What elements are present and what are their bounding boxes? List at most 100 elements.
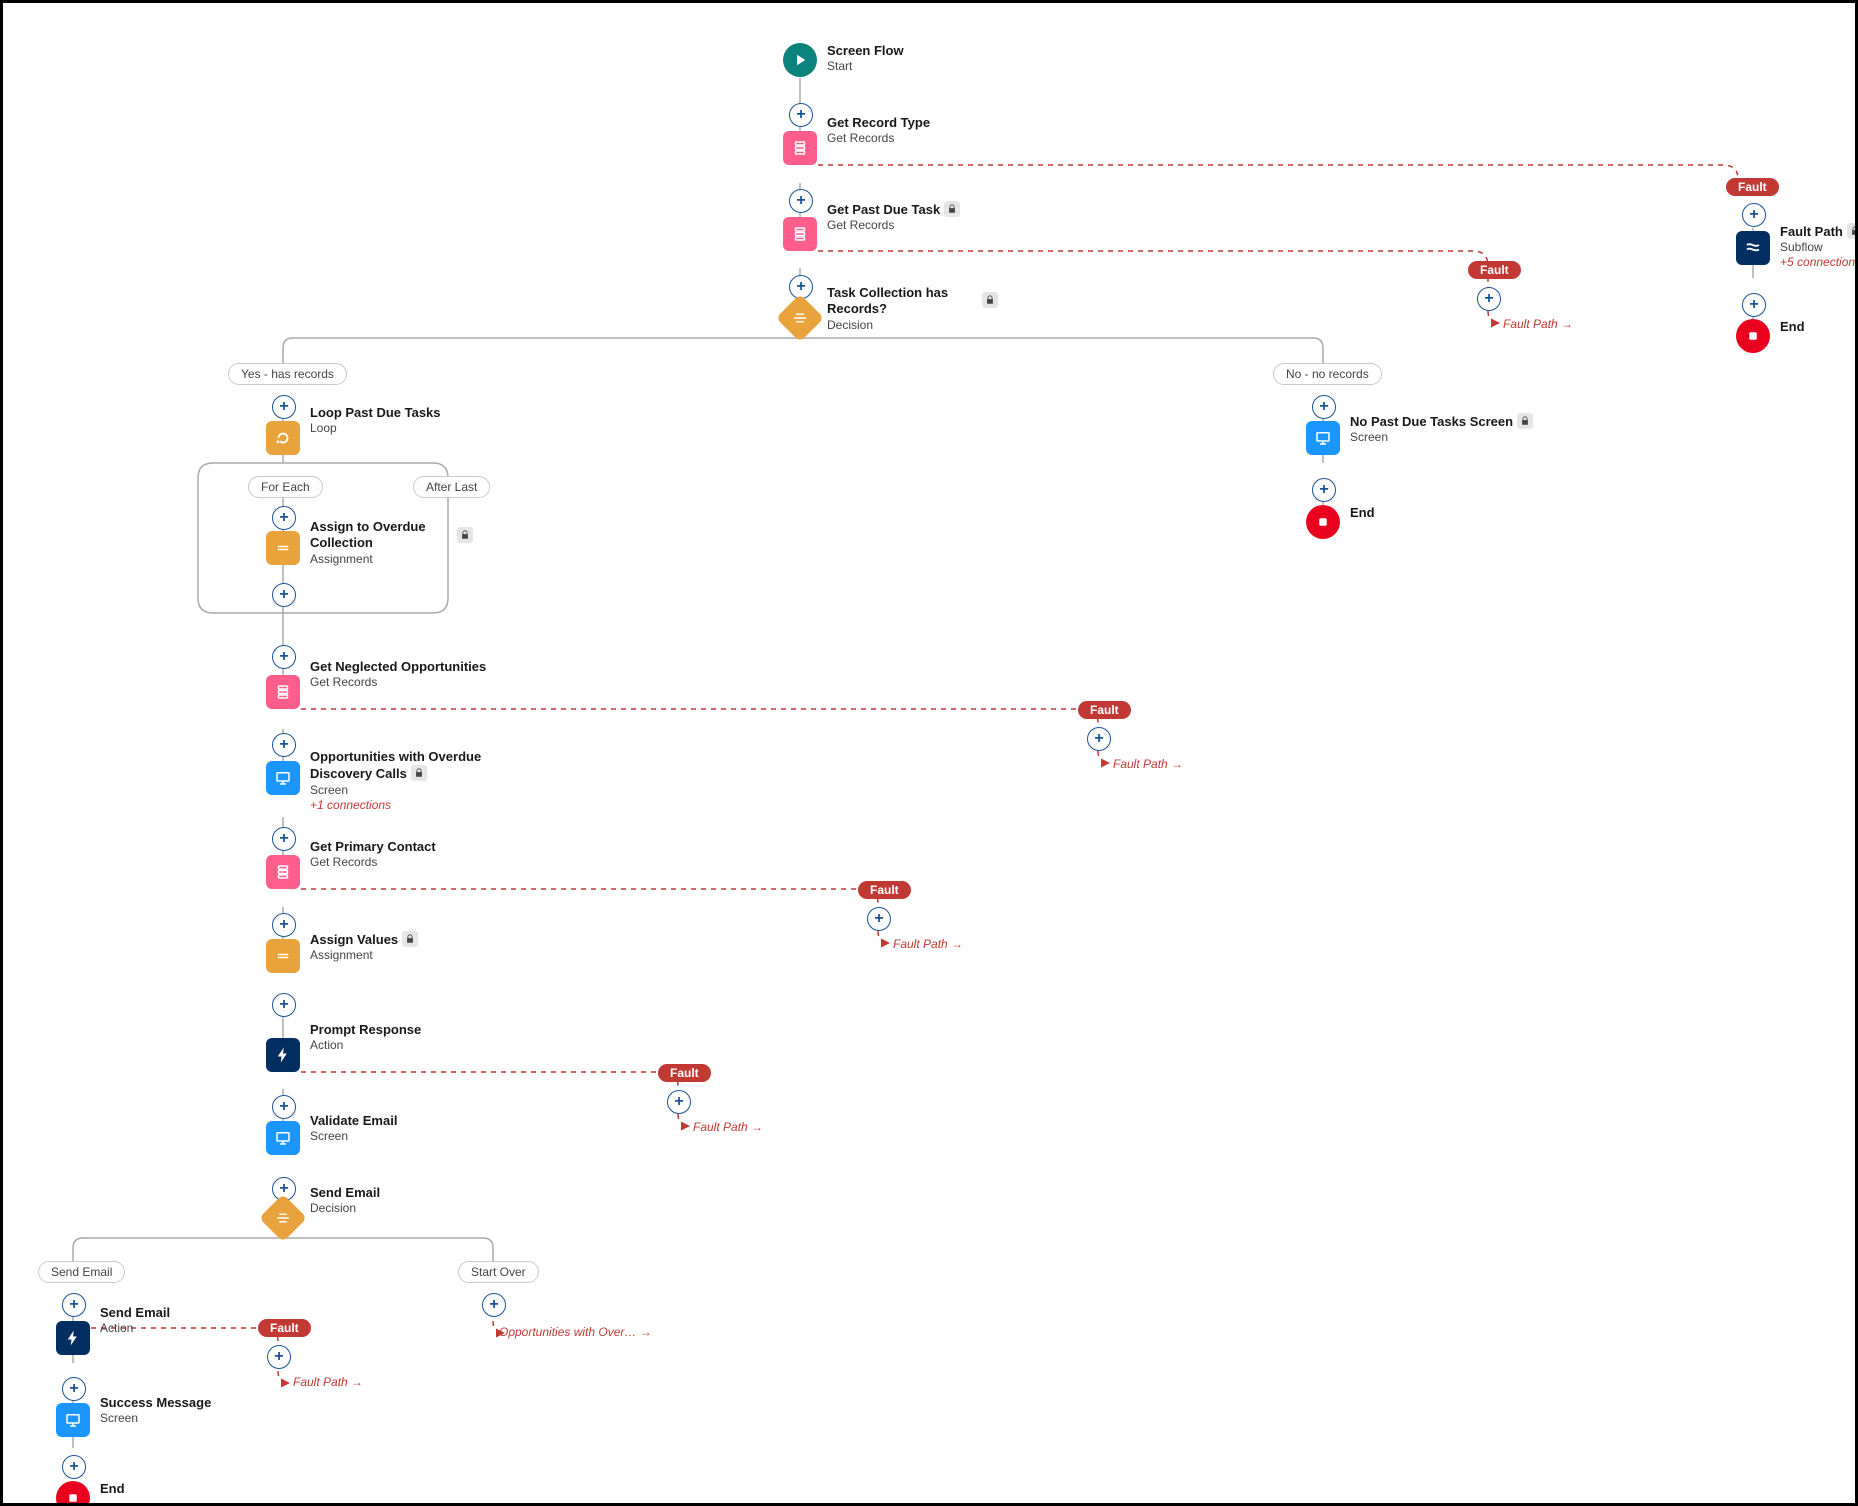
add-node-button[interactable]: + xyxy=(867,907,891,931)
flow-canvas[interactable]: Screen FlowStart + Get Record TypeGet Re… xyxy=(0,0,1858,1506)
database-icon xyxy=(783,131,817,165)
outcome-pill-sendemail[interactable]: Send Email xyxy=(38,1261,125,1283)
get-primary-contact-node[interactable]: Get Primary ContactGet Records xyxy=(266,855,436,889)
goto-link[interactable]: Fault Path → xyxy=(293,1375,363,1389)
node-sub: Get Records xyxy=(827,218,960,233)
node-label: Assign to Overdue Collection xyxy=(310,519,440,552)
end-node[interactable]: End xyxy=(1736,319,1805,353)
screen-icon xyxy=(56,1403,90,1437)
add-node-button[interactable]: + xyxy=(272,733,296,757)
fault-pill[interactable]: Fault xyxy=(658,1064,711,1082)
lock-icon xyxy=(1847,223,1858,239)
screen-icon xyxy=(266,1121,300,1155)
node-label: Prompt Response xyxy=(310,1022,421,1038)
end-node[interactable]: End xyxy=(56,1481,125,1506)
lock-icon xyxy=(982,292,998,308)
lightning-icon xyxy=(56,1321,90,1355)
add-node-button[interactable]: + xyxy=(272,993,296,1017)
lightning-icon xyxy=(266,1038,300,1072)
node-sub: Get Records xyxy=(310,675,486,690)
loop-node[interactable]: Loop Past Due TasksLoop xyxy=(266,421,441,455)
add-node-button[interactable]: + xyxy=(1477,287,1501,311)
node-sub: Subflow xyxy=(1780,240,1858,255)
add-node-button[interactable]: + xyxy=(62,1293,86,1317)
add-node-button[interactable]: + xyxy=(272,395,296,419)
lock-icon xyxy=(411,765,427,781)
fault-pill[interactable]: Fault xyxy=(858,881,911,899)
add-node-button[interactable]: + xyxy=(1742,293,1766,317)
goto-link[interactable]: Fault Path → xyxy=(1113,757,1183,771)
fault-pill[interactable]: Fault xyxy=(1726,178,1779,196)
add-node-button[interactable]: + xyxy=(1312,478,1336,502)
add-node-button[interactable]: + xyxy=(789,189,813,213)
decision-icon xyxy=(259,1194,307,1242)
node-label: Fault Path xyxy=(1780,223,1858,240)
node-label: No Past Due Tasks Screen xyxy=(1350,413,1533,430)
success-message-node[interactable]: Success MessageScreen xyxy=(56,1403,211,1437)
screen-icon xyxy=(1306,421,1340,455)
end-node[interactable]: End xyxy=(1306,505,1375,539)
goto-link[interactable]: Fault Path → xyxy=(893,937,963,951)
fault-pill[interactable]: Fault xyxy=(258,1319,311,1337)
stop-icon xyxy=(1306,505,1340,539)
prompt-response-node[interactable]: Prompt ResponseAction xyxy=(266,1038,421,1072)
add-node-button[interactable]: + xyxy=(272,913,296,937)
node-sub: Decision xyxy=(827,318,1007,333)
node-label: Task Collection has Records? xyxy=(827,285,1007,318)
add-node-button[interactable]: + xyxy=(789,103,813,127)
goto-link[interactable]: Fault Path → xyxy=(1503,317,1573,331)
outcome-pill-startover[interactable]: Start Over xyxy=(458,1261,539,1283)
add-node-button[interactable]: + xyxy=(62,1377,86,1401)
outcome-pill-foreach[interactable]: For Each xyxy=(248,476,323,498)
node-label: Send Email xyxy=(310,1185,380,1201)
outcome-pill-yes[interactable]: Yes - has records xyxy=(228,363,347,385)
fault-pill[interactable]: Fault xyxy=(1468,261,1521,279)
add-node-button[interactable]: + xyxy=(667,1090,691,1114)
node-label: Success Message xyxy=(100,1395,211,1411)
validate-email-node[interactable]: Validate EmailScreen xyxy=(266,1121,397,1155)
node-label: Assign Values xyxy=(310,931,418,948)
add-node-button[interactable]: + xyxy=(272,506,296,530)
get-record-type-node[interactable]: Get Record TypeGet Records xyxy=(783,131,930,165)
add-node-button[interactable]: + xyxy=(1312,395,1336,419)
add-node-button[interactable]: + xyxy=(272,827,296,851)
get-neglected-node[interactable]: Get Neglected OpportunitiesGet Records xyxy=(266,675,486,709)
node-label: Opportunities with Overdue Discovery Cal… xyxy=(310,749,490,783)
start-node[interactable]: Screen FlowStart xyxy=(783,43,904,77)
node-sub: Decision xyxy=(310,1201,380,1216)
node-sub: Get Records xyxy=(827,131,930,146)
node-sub: Assignment xyxy=(310,948,418,963)
node-label: End xyxy=(1780,319,1805,335)
add-node-button[interactable]: + xyxy=(1742,203,1766,227)
outcome-pill-no[interactable]: No - no records xyxy=(1273,363,1382,385)
node-label: End xyxy=(100,1481,125,1497)
add-node-button[interactable]: + xyxy=(272,1095,296,1119)
add-node-button[interactable]: + xyxy=(272,583,296,607)
node-sub: Action xyxy=(310,1038,421,1053)
task-collection-decision-node[interactable]: Task Collection has Records?Decision xyxy=(783,301,1007,349)
send-email-decision-node[interactable]: Send EmailDecision xyxy=(266,1201,380,1235)
add-node-button[interactable]: + xyxy=(62,1455,86,1479)
node-sub: Loop xyxy=(310,421,441,436)
no-past-due-screen-node[interactable]: No Past Due Tasks ScreenScreen xyxy=(1306,421,1533,455)
node-sub: Screen xyxy=(100,1411,211,1426)
node-label: Validate Email xyxy=(310,1113,397,1129)
get-past-due-task-node[interactable]: Get Past Due TaskGet Records xyxy=(783,217,960,251)
fault-pill[interactable]: Fault xyxy=(1078,701,1131,719)
add-node-button[interactable]: + xyxy=(482,1293,506,1317)
node-sub: Start xyxy=(827,59,904,74)
send-email-action-node[interactable]: Send EmailAction xyxy=(56,1321,170,1355)
add-node-button[interactable]: + xyxy=(267,1345,291,1369)
assign-values-node[interactable]: Assign ValuesAssignment xyxy=(266,939,418,973)
goto-link[interactable]: Fault Path → xyxy=(693,1120,763,1134)
lock-icon xyxy=(457,527,473,543)
fault-path-subflow-node[interactable]: Fault PathSubflow+5 connections xyxy=(1736,231,1858,278)
assign-overdue-node[interactable]: Assign to Overdue CollectionAssignment xyxy=(266,531,440,579)
add-node-button[interactable]: + xyxy=(272,645,296,669)
opportunities-screen-node[interactable]: Opportunities with Overdue Discovery Cal… xyxy=(266,761,490,825)
add-node-button[interactable]: + xyxy=(1087,727,1111,751)
node-label: Loop Past Due Tasks xyxy=(310,405,441,421)
node-sub: Assignment xyxy=(310,552,440,567)
goto-link[interactable]: Opportunities with Over… → xyxy=(499,1325,652,1339)
outcome-pill-afterlast[interactable]: After Last xyxy=(413,476,490,498)
